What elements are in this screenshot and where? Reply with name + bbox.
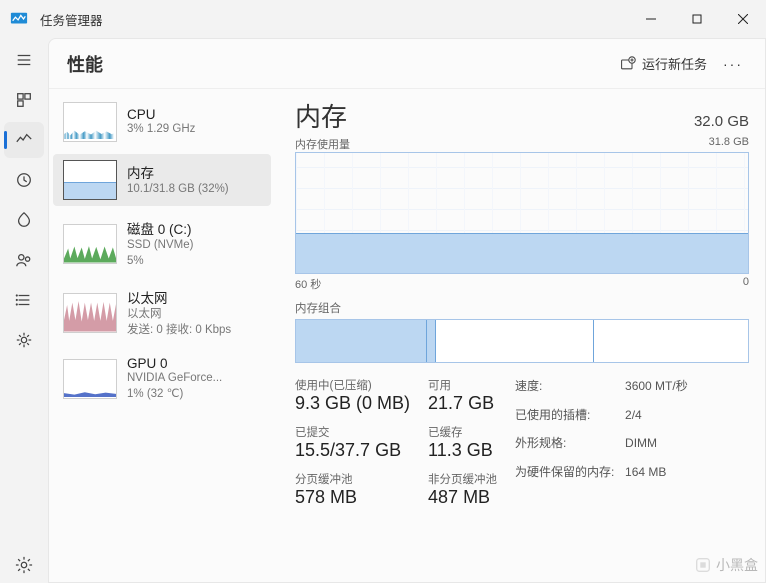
- memory-thumb-icon: [63, 160, 117, 200]
- slots-val: 2/4: [625, 406, 642, 425]
- nav-rail: [0, 38, 48, 583]
- window-title: 任务管理器: [40, 10, 628, 29]
- detail-title: 内存: [295, 97, 347, 134]
- committed-label: 已提交: [295, 424, 410, 440]
- resource-item-memory[interactable]: 内存 10.1/31.8 GB (32%): [53, 154, 271, 206]
- memory-sub: 10.1/31.8 GB (32%): [127, 182, 229, 198]
- gpu-title: GPU 0: [127, 356, 222, 371]
- comp-modified: [427, 320, 436, 362]
- gpu-sub2: 1% (32 ℃): [127, 387, 222, 403]
- resource-item-ethernet[interactable]: 以太网 以太网 发送: 0 接收: 0 Kbps: [53, 281, 271, 344]
- form-val: DIMM: [625, 434, 657, 453]
- comp-free: [594, 320, 748, 362]
- memory-title: 内存: [127, 162, 229, 182]
- disk-thumb-icon: [63, 224, 117, 264]
- disk-sub2: 5%: [127, 254, 193, 270]
- page-header: 性能 运行新任务 ···: [49, 39, 765, 89]
- cpu-thumb-icon: [63, 102, 117, 142]
- available-value: 21.7 GB: [428, 393, 497, 414]
- axis-right: 0: [743, 276, 749, 292]
- nav-settings[interactable]: [4, 547, 44, 583]
- nav-users[interactable]: [4, 242, 44, 278]
- resource-item-disk[interactable]: 磁盘 0 (C:) SSD (NVMe) 5%: [53, 212, 271, 275]
- axis-left: 60 秒: [295, 276, 321, 292]
- disk-sub1: SSD (NVMe): [127, 238, 193, 254]
- cpu-sub: 3% 1.29 GHz: [127, 122, 195, 138]
- hwreserved-key: 为硬件保留的内存:: [515, 463, 617, 482]
- resource-item-cpu[interactable]: CPU 3% 1.29 GHz: [53, 96, 271, 148]
- comp-in-use: [296, 320, 427, 362]
- usage-chart-label: 内存使用量: [295, 136, 350, 152]
- gpu-sub1: NVIDIA GeForce...: [127, 371, 222, 387]
- in-use-label: 使用中(已压缩): [295, 377, 410, 393]
- speed-val: 3600 MT/秒: [625, 377, 688, 396]
- nav-app-history[interactable]: [4, 162, 44, 198]
- nav-hamburger[interactable]: [4, 42, 44, 78]
- memory-composition-chart: [295, 319, 749, 363]
- committed-value: 15.5/37.7 GB: [295, 440, 410, 461]
- cached-label: 已缓存: [428, 424, 497, 440]
- resource-list: CPU 3% 1.29 GHz 内存 10.1/31.8 GB (32%) 磁盘…: [49, 89, 279, 582]
- nav-details[interactable]: [4, 282, 44, 318]
- run-task-icon: [620, 56, 636, 72]
- slots-key: 已使用的插槽:: [515, 406, 617, 425]
- cpu-title: CPU: [127, 107, 195, 122]
- gpu-thumb-icon: [63, 359, 117, 399]
- speed-key: 速度:: [515, 377, 617, 396]
- memory-capacity: 32.0 GB: [694, 113, 749, 130]
- nav-startup[interactable]: [4, 202, 44, 238]
- maximize-button[interactable]: [674, 0, 720, 38]
- run-task-label: 运行新任务: [642, 54, 707, 73]
- detail-pane: 内存 32.0 GB 内存使用量 31.8 GB 60 秒 0 内存组合: [279, 89, 765, 582]
- eth-sub2: 发送: 0 接收: 0 Kbps: [127, 323, 231, 339]
- comp-standby: [436, 320, 594, 362]
- paged-value: 578 MB: [295, 487, 410, 508]
- paged-label: 分页缓冲池: [295, 471, 410, 487]
- memory-usage-chart: [295, 152, 749, 274]
- workspace: 性能 运行新任务 ··· CPU 3% 1.29 GHz: [48, 38, 766, 583]
- eth-sub1: 以太网: [127, 307, 231, 323]
- titlebar: 任务管理器: [0, 0, 766, 38]
- nonpaged-value: 487 MB: [428, 487, 497, 508]
- run-new-task-button[interactable]: 运行新任务: [612, 50, 715, 77]
- more-button[interactable]: ···: [715, 52, 751, 76]
- in-use-value: 9.3 GB (0 MB): [295, 393, 410, 414]
- ethernet-thumb-icon: [63, 293, 117, 333]
- nav-processes[interactable]: [4, 82, 44, 118]
- usage-chart-max: 31.8 GB: [709, 136, 749, 152]
- nav-services[interactable]: [4, 322, 44, 358]
- page-title: 性能: [67, 51, 612, 77]
- composition-label: 内存组合: [295, 300, 749, 316]
- available-label: 可用: [428, 377, 497, 393]
- eth-title: 以太网: [127, 287, 231, 307]
- app-icon: [10, 10, 28, 28]
- cached-value: 11.3 GB: [428, 440, 497, 461]
- resource-item-gpu[interactable]: GPU 0 NVIDIA GeForce... 1% (32 ℃): [53, 350, 271, 408]
- hwreserved-val: 164 MB: [625, 463, 666, 482]
- nav-performance[interactable]: [4, 122, 44, 158]
- minimize-button[interactable]: [628, 0, 674, 38]
- form-key: 外形规格:: [515, 434, 617, 453]
- window-controls: [628, 0, 766, 38]
- nonpaged-label: 非分页缓冲池: [428, 471, 497, 487]
- close-button[interactable]: [720, 0, 766, 38]
- disk-title: 磁盘 0 (C:): [127, 218, 193, 238]
